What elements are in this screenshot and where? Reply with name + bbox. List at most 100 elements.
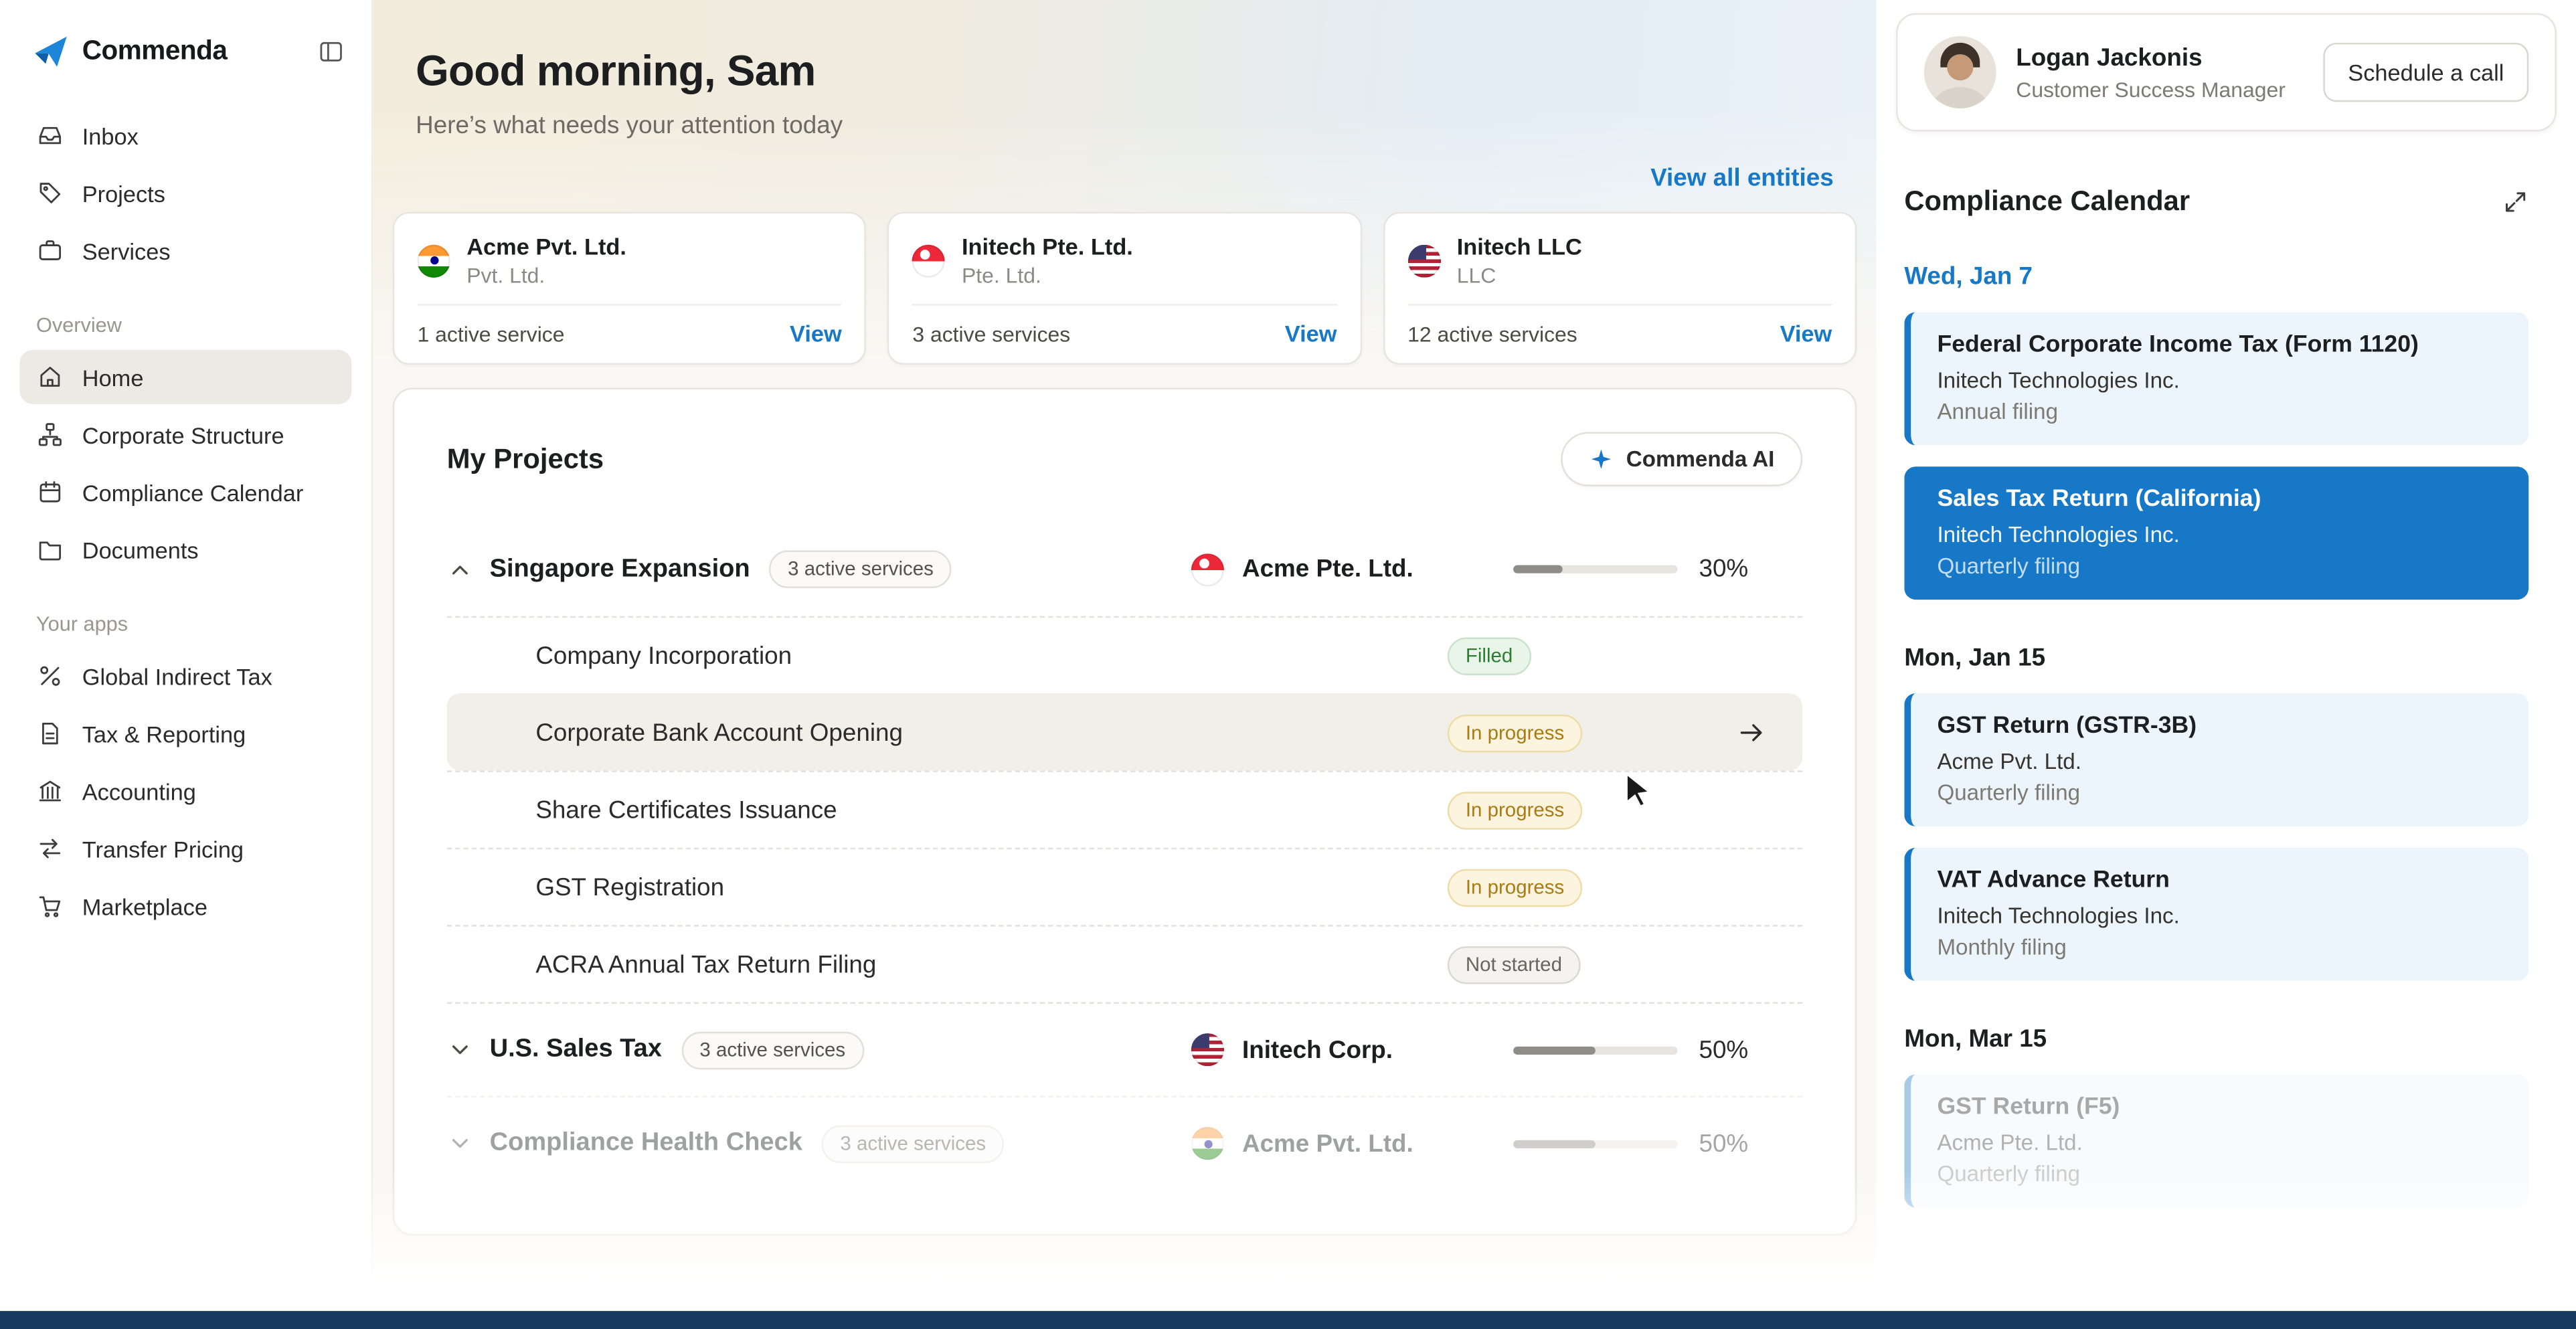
bottom-dock-bar [0, 1311, 2576, 1329]
sidebar-item-tax-reporting[interactable]: Tax & Reporting [19, 707, 351, 761]
view-entity-link[interactable]: View [790, 321, 842, 347]
event-company: Initech Technologies Inc. [1937, 903, 2180, 929]
chevron-up-icon[interactable] [447, 556, 490, 582]
event-card-gst-return-f5[interactable]: GST Return (F5) Acme Pte. Ltd. Quarterly… [1904, 1074, 2529, 1208]
entity-card-initech-pte[interactable]: Initech Pte. Ltd. Pte. Ltd. 3 active ser… [887, 211, 1362, 365]
main-content: Good morning, Sam Here’s what needs your… [373, 0, 1876, 1329]
sidebar-item-label: Projects [82, 179, 165, 207]
sparkle-icon [1588, 447, 1613, 472]
entity-cards-row: Acme Pvt. Ltd. Pvt. Ltd. 1 active servic… [392, 211, 1857, 365]
progress-bar [1513, 1045, 1678, 1054]
event-frequency: Annual filing [1937, 399, 2059, 424]
view-all-entities-link[interactable]: View all entities [1650, 165, 1834, 193]
sidebar-item-projects[interactable]: Projects [19, 166, 351, 220]
progress-bar [1513, 1139, 1678, 1148]
project-group-name: Singapore Expansion [489, 554, 750, 583]
home-icon [36, 363, 64, 391]
brand[interactable]: Commenda [33, 33, 228, 69]
expand-calendar-button[interactable] [2502, 189, 2528, 215]
sidebar-item-label: Inbox [82, 122, 139, 149]
entity-card-initech-llc[interactable]: Initech LLC LLC 12 active services View [1383, 211, 1857, 365]
sidebar-item-label: Compliance Calendar [82, 478, 304, 505]
view-entity-link[interactable]: View [1285, 321, 1337, 347]
sidebar-item-global-indirect-tax[interactable]: Global Indirect Tax [19, 649, 351, 703]
view-entity-link[interactable]: View [1780, 321, 1832, 347]
progress-percentage: 50% [1699, 1035, 1749, 1064]
task-row-acra-annual-tax-return-filing[interactable]: ACRA Annual Tax Return Filing Not starte… [446, 925, 1803, 1002]
project-group-row-singapore-expansion[interactable]: Singapore Expansion 3 active services Ac… [447, 523, 1802, 616]
usa-flag-icon [1191, 1033, 1224, 1067]
advisor-role: Customer Success Manager [2016, 76, 2286, 101]
hierarchy-icon [36, 420, 64, 448]
brand-name: Commenda [82, 35, 228, 65]
task-row-corporate-bank-account-opening[interactable]: Corporate Bank Account Opening In progre… [446, 693, 1803, 771]
event-frequency: Quarterly filing [1937, 553, 2081, 579]
sidebar-item-corporate-structure[interactable]: Corporate Structure [19, 408, 351, 462]
sidebar-item-transfer-pricing[interactable]: Transfer Pricing [19, 822, 351, 876]
sidebar-toggle-icon [317, 37, 345, 65]
sidebar-item-label: Accounting [82, 778, 196, 804]
chevron-down-icon[interactable] [447, 1130, 490, 1156]
sidebar-section-overview: Overview [36, 313, 122, 337]
sidebar-item-documents[interactable]: Documents [19, 523, 351, 577]
sidebar: Commenda Inbox Projects Services Overvie… [0, 0, 373, 1329]
active-services-badge: 3 active services [822, 1124, 1005, 1162]
commenda-ai-label: Commenda AI [1626, 446, 1775, 472]
entity-type: LLC [1456, 262, 1496, 288]
project-group-name: U.S. Sales Tax [489, 1035, 662, 1063]
entity-name: Acme Pvt. Ltd. [466, 233, 626, 260]
active-services-count: 3 active services [912, 321, 1071, 346]
entity-name: Initech Pte. Ltd. [961, 233, 1133, 260]
entity-type: Pte. Ltd. [961, 262, 1041, 288]
event-frequency: Quarterly filing [1937, 1161, 2081, 1186]
sidebar-item-inbox[interactable]: Inbox [19, 108, 351, 163]
project-entity-name: Initech Corp. [1241, 1035, 1393, 1064]
sidebar-item-label: Tax & Reporting [82, 720, 246, 747]
sidebar-item-home[interactable]: Home [19, 349, 352, 404]
task-row-company-incorporation[interactable]: Company Incorporation Filled [446, 616, 1803, 693]
project-group-row-compliance-health-check[interactable]: Compliance Health Check 3 active service… [446, 1095, 1803, 1189]
task-name: Share Certificates Issuance [535, 796, 837, 824]
sidebar-collapse-button[interactable] [317, 37, 345, 65]
commenda-ai-button[interactable]: Commenda AI [1560, 432, 1803, 486]
progress-bar [1513, 565, 1678, 573]
event-card-vat-advance-return[interactable]: VAT Advance Return Initech Technologies … [1904, 847, 2529, 981]
entity-type: Pvt. Ltd. [466, 262, 545, 288]
event-card-federal-corporate-income-tax[interactable]: Federal Corporate Income Tax (Form 1120)… [1904, 312, 2529, 446]
event-frequency: Monthly filing [1937, 934, 2067, 960]
active-services-count: 1 active service [417, 321, 565, 346]
sidebar-item-label: Documents [82, 536, 199, 563]
status-badge: In progress [1447, 868, 1583, 906]
event-title: GST Return (GSTR-3B) [1937, 713, 2197, 739]
active-services-badge: 3 active services [681, 1031, 864, 1069]
sidebar-item-label: Transfer Pricing [82, 835, 244, 862]
event-company: Acme Pte. Ltd. [1937, 1130, 2083, 1155]
divider [1407, 304, 1832, 306]
chevron-down-icon[interactable] [447, 1037, 490, 1063]
event-company: Initech Technologies Inc. [1937, 367, 2180, 393]
calendar-date: Wed, Jan 7 [1904, 262, 2033, 291]
sidebar-item-services[interactable]: Services [19, 224, 351, 278]
active-services-badge: 3 active services [770, 550, 952, 588]
tag-icon [36, 179, 64, 207]
event-title: GST Return (F5) [1937, 1094, 2120, 1121]
sidebar-item-marketplace[interactable]: Marketplace [19, 879, 351, 933]
advisor-card: Logan Jackonis Customer Success Manager … [1896, 13, 2557, 132]
event-title: Federal Corporate Income Tax (Form 1120) [1937, 331, 2419, 359]
schedule-call-button[interactable]: Schedule a call [2323, 42, 2529, 102]
document-icon [36, 719, 64, 747]
entity-name: Initech LLC [1456, 233, 1582, 260]
event-card-gst-return-gstr-3b[interactable]: GST Return (GSTR-3B) Acme Pvt. Ltd. Quar… [1904, 693, 2529, 826]
sidebar-item-compliance-calendar[interactable]: Compliance Calendar [19, 465, 351, 519]
task-name: GST Registration [535, 873, 725, 901]
task-row-gst-registration[interactable]: GST Registration In progress [446, 847, 1803, 925]
india-flag-icon [1191, 1127, 1224, 1160]
transfer-icon [36, 834, 64, 863]
sidebar-nav: Inbox Projects Services Overview Home Co… [0, 102, 371, 943]
sidebar-item-accounting[interactable]: Accounting [19, 764, 351, 818]
project-group-row-us-sales-tax[interactable]: U.S. Sales Tax 3 active services Initech… [446, 1002, 1803, 1096]
entity-card-acme-pvt[interactable]: Acme Pvt. Ltd. Pvt. Ltd. 1 active servic… [392, 211, 867, 365]
task-row-share-certificates-issuance[interactable]: Share Certificates Issuance In progress [446, 770, 1803, 847]
event-card-sales-tax-return-california[interactable]: Sales Tax Return (California) Initech Te… [1904, 466, 2529, 600]
cart-icon [36, 892, 64, 920]
